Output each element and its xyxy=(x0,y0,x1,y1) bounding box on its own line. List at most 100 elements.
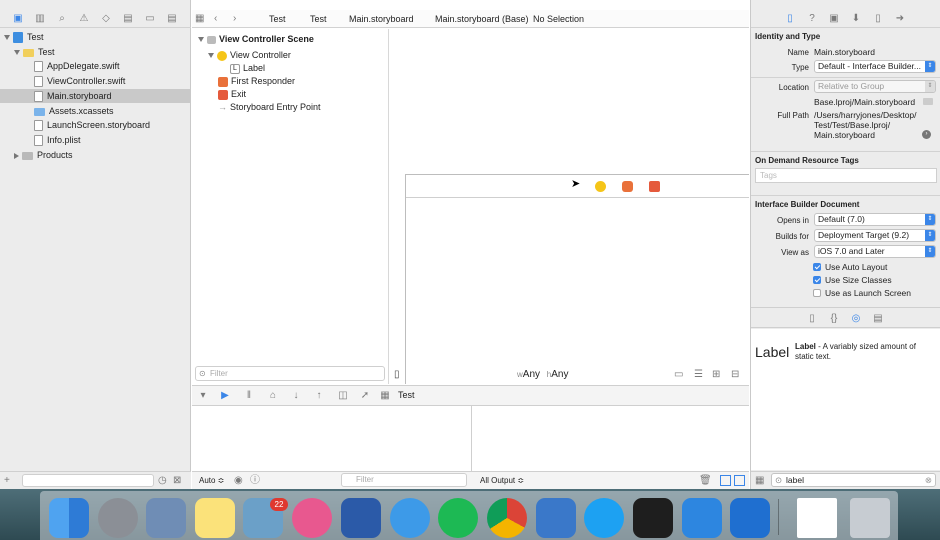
outline-first-responder[interactable]: First Responder xyxy=(218,75,295,88)
outline-label[interactable]: L Label xyxy=(230,62,265,75)
step-into-icon[interactable]: ↓ xyxy=(289,389,303,403)
tree-item-file[interactable]: Info.plist xyxy=(0,133,191,147)
location-popup[interactable]: Relative to Group ⇕ xyxy=(814,80,936,93)
launchpad-icon[interactable] xyxy=(98,498,138,538)
breakpoint-icon[interactable]: ▭ xyxy=(143,12,157,26)
outline-exit[interactable]: Exit xyxy=(218,88,246,101)
warning-icon[interactable]: ⚠ xyxy=(77,12,91,26)
trash-icon[interactable]: 🗑 xyxy=(699,474,712,488)
tree-item-file[interactable]: LaunchScreen.storyboard xyxy=(0,118,191,132)
forward-icon[interactable]: › xyxy=(233,12,236,26)
back-icon[interactable]: ‹ xyxy=(214,12,217,26)
breadcrumb-base[interactable]: Main.storyboard (Base) xyxy=(435,10,529,28)
toggle-outline-icon[interactable]: ▯ xyxy=(394,368,400,382)
opens-popup[interactable]: Default (7.0) ⇕ xyxy=(814,213,936,226)
sharkfin-icon[interactable] xyxy=(536,498,576,538)
simulator-icon[interactable] xyxy=(730,498,770,538)
reveal-arrow-icon[interactable]: › xyxy=(922,130,931,139)
file-template-icon[interactable]: ▯ xyxy=(805,312,819,326)
grid-view-icon[interactable]: ▦ xyxy=(755,474,764,488)
disclosure-triangle-icon[interactable] xyxy=(208,53,214,59)
finder-icon[interactable] xyxy=(49,498,89,538)
terminal-icon[interactable] xyxy=(633,498,673,538)
sizeclasses-checkbox[interactable] xyxy=(813,276,821,284)
help-icon[interactable]: ? xyxy=(805,12,819,26)
auto-popup[interactable]: Auto ≎ xyxy=(199,472,224,490)
symbol-icon[interactable]: ▥ xyxy=(33,12,47,26)
grid-icon[interactable]: ▦ xyxy=(195,12,204,26)
step-over-icon[interactable]: ⌂ xyxy=(266,389,280,403)
type-popup[interactable]: Default - Interface Builder... ⇕ xyxy=(814,60,936,73)
library-filter-input[interactable]: ⊙ label ⊗ xyxy=(771,473,936,487)
viewas-popup[interactable]: iOS 7.0 and Later ⇕ xyxy=(814,245,936,258)
embed-icon[interactable]: ▭ xyxy=(674,368,683,382)
tags-input[interactable]: Tags xyxy=(755,168,937,183)
stack-icon[interactable]: ☰ xyxy=(694,368,703,382)
builds-popup[interactable]: Deployment Target (9.2) ⇕ xyxy=(814,229,936,242)
console-output[interactable] xyxy=(473,406,749,471)
eye-icon[interactable]: ◉ xyxy=(234,474,243,488)
variables-view[interactable] xyxy=(192,406,472,471)
code-snippet-icon[interactable]: {} xyxy=(827,312,841,326)
library-item-label[interactable]: Label Label - A variably sized amount of… xyxy=(751,339,940,369)
tree-item-file-selected[interactable]: Main.storyboard xyxy=(0,89,191,103)
media-library-icon[interactable]: ▤ xyxy=(871,312,885,326)
split-right-icon[interactable] xyxy=(734,475,745,486)
outline-scene[interactable]: View Controller Scene xyxy=(198,33,314,46)
chrome-window-thumbnail-icon[interactable] xyxy=(797,498,837,538)
scm-status-icon[interactable]: ⊠ xyxy=(173,474,181,488)
pin-icon[interactable]: ⊞ xyxy=(712,368,720,382)
safari-icon[interactable] xyxy=(390,498,430,538)
breadcrumb-folder[interactable]: Test xyxy=(310,10,327,28)
disclosure-triangle-icon[interactable] xyxy=(4,35,10,41)
connections-icon[interactable]: ➜ xyxy=(893,12,907,26)
breakpoints-toggle-icon[interactable]: ▶ xyxy=(218,389,232,403)
disclosure-triangle-icon[interactable] xyxy=(14,152,19,159)
xcode-icon[interactable] xyxy=(682,498,722,538)
tree-item-file[interactable]: Assets.xcassets xyxy=(0,104,191,118)
tree-item-project[interactable]: Test xyxy=(0,30,191,44)
split-left-icon[interactable] xyxy=(720,475,731,486)
spotify-icon[interactable] xyxy=(438,498,478,538)
attributes-icon[interactable]: ⬇ xyxy=(849,12,863,26)
xcode-old-icon[interactable] xyxy=(146,498,186,538)
breadcrumb-selection[interactable]: No Selection xyxy=(533,10,584,28)
pause-icon[interactable]: ‖ xyxy=(242,389,256,403)
notes-icon[interactable] xyxy=(195,498,235,538)
tree-item-file[interactable]: ViewController.swift xyxy=(0,74,191,88)
variables-filter-input[interactable]: Filter xyxy=(341,473,467,487)
info-icon[interactable]: ⓘ xyxy=(250,474,260,488)
view-controller-icon[interactable] xyxy=(595,181,606,192)
breadcrumb-project[interactable]: Test xyxy=(269,10,286,28)
location-icon[interactable]: ➚ xyxy=(358,389,372,403)
folder-icon[interactable]: ▣ xyxy=(11,12,25,26)
size-class-control[interactable]: wAny hAny xyxy=(517,366,568,384)
filter-field[interactable] xyxy=(22,474,154,487)
first-responder-icon[interactable] xyxy=(622,181,633,192)
recent-files-icon[interactable]: ◷ xyxy=(158,474,167,488)
add-icon[interactable]: + xyxy=(4,474,10,488)
resolve-icon[interactable]: ⊟ xyxy=(731,368,739,382)
chrome-icon[interactable] xyxy=(487,498,527,538)
outline-filter-input[interactable]: ⊙ Filter xyxy=(195,366,385,381)
tree-item-group[interactable]: Test xyxy=(0,45,191,59)
word-icon[interactable] xyxy=(341,498,381,538)
folder-icon[interactable] xyxy=(923,98,933,105)
size-icon[interactable]: ▯ xyxy=(871,12,885,26)
file-inspector-icon[interactable]: ▯ xyxy=(783,12,797,26)
object-library-icon[interactable]: ◎ xyxy=(849,312,863,326)
search-icon[interactable]: ⌕ xyxy=(55,12,69,26)
step-out-icon[interactable]: ↑ xyxy=(312,389,326,403)
launch-screen-checkbox[interactable] xyxy=(813,289,821,297)
output-popup[interactable]: All Output ≎ xyxy=(480,472,524,490)
identity-icon[interactable]: ▣ xyxy=(827,12,841,26)
disclosure-triangle-icon[interactable] xyxy=(14,50,20,56)
autolayout-checkbox[interactable] xyxy=(813,263,821,271)
hide-debug-icon[interactable]: ▾ xyxy=(196,389,210,403)
tree-item-file[interactable]: AppDelegate.swift xyxy=(0,59,191,73)
disclosure-triangle-icon[interactable] xyxy=(198,37,204,43)
trash-icon[interactable] xyxy=(850,498,890,538)
tree-item-group[interactable]: Products xyxy=(0,148,191,162)
breadcrumb-file[interactable]: Main.storyboard xyxy=(349,10,414,28)
view-hierarchy-icon[interactable]: ◫ xyxy=(336,389,350,403)
